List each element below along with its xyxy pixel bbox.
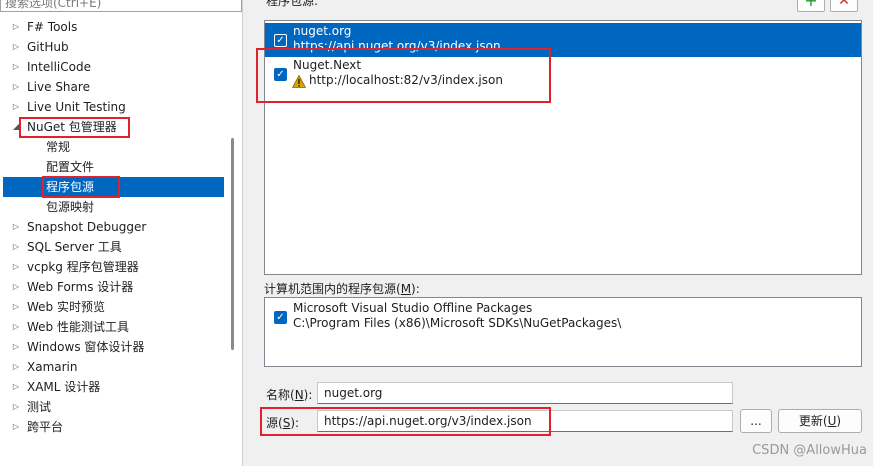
machine-sources-list: ✓ Microsoft Visual Studio Offline Packag… — [264, 297, 862, 367]
tree-item-label: XAML 设计器 — [27, 380, 101, 394]
source-item-nuget-org[interactable]: ✓ nuget.org https://api.nuget.org/v3/ind… — [265, 23, 861, 57]
tree-item-label: Web 实时预览 — [27, 300, 105, 314]
tree-item-label: SQL Server 工具 — [27, 240, 122, 254]
add-source-button[interactable]: + — [797, 0, 825, 12]
collapsed-arrow-icon[interactable]: ▷ — [11, 97, 21, 117]
source-enabled-checkbox[interactable]: ✓ — [274, 68, 287, 81]
package-sources-list: ✓ nuget.org https://api.nuget.org/v3/ind… — [264, 20, 862, 275]
tree-item-label: Web Forms 设计器 — [27, 280, 134, 294]
collapsed-arrow-icon[interactable]: ▷ — [11, 37, 21, 57]
tree-item[interactable]: ▷ Web 性能测试工具 — [3, 317, 224, 337]
tree-item-label: Live Unit Testing — [27, 100, 126, 114]
machine-source-path: C:\Program Files (x86)\Microsoft SDKs\Nu… — [293, 316, 622, 330]
tree-item[interactable]: ▷ Web Forms 设计器 — [3, 277, 224, 297]
tree-scrollbar[interactable] — [231, 138, 234, 350]
tree-item-label: Xamarin — [27, 360, 78, 374]
machine-source-name: Microsoft Visual Studio Offline Packages — [293, 301, 533, 315]
source-name-input[interactable]: nuget.org — [317, 382, 733, 404]
tree-item-label: GitHub — [27, 40, 69, 54]
tree-item[interactable]: ▷ 测试 — [3, 397, 224, 417]
tree-item[interactable]: ▷ XAML 设计器 — [3, 377, 224, 397]
collapsed-arrow-icon[interactable]: ▷ — [11, 237, 21, 257]
tree-item[interactable]: ▷ vcpkg 程序包管理器 — [3, 257, 224, 277]
collapsed-arrow-icon[interactable]: ▷ — [11, 77, 21, 97]
tree-item[interactable]: ▷ Live Share — [3, 77, 224, 97]
tree-item-label: Snapshot Debugger — [27, 220, 147, 234]
tree-item[interactable]: 程序包源 — [3, 177, 224, 197]
tree-item-label: 程序包源 — [46, 180, 95, 194]
source-item-nuget-next[interactable]: ✓ Nuget.Next http://localhost:82/v3/inde… — [265, 57, 861, 91]
source-url: http://localhost:82/v3/index.json — [309, 73, 503, 87]
tree-item-label: NuGet 包管理器 — [27, 120, 117, 134]
tree-item-label: Web 性能测试工具 — [27, 320, 129, 334]
collapsed-arrow-icon[interactable]: ▷ — [11, 417, 21, 437]
collapsed-arrow-icon[interactable]: ▷ — [11, 397, 21, 417]
remove-source-button[interactable]: ✕ — [830, 0, 858, 12]
tree-item[interactable]: ▷ Snapshot Debugger — [3, 217, 224, 237]
source-name: Nuget.Next — [293, 58, 362, 72]
machine-source-item[interactable]: ✓ Microsoft Visual Studio Offline Packag… — [265, 300, 861, 334]
browse-button[interactable]: ... — [740, 409, 772, 433]
watermark: CSDN @AllowHua — [752, 443, 867, 458]
package-sources-label: 程序包源: — [266, 0, 319, 8]
tree-item-label: 常规 — [46, 140, 71, 154]
machine-sources-label: 计算机范围内的程序包源(M): — [264, 282, 420, 296]
collapsed-arrow-icon[interactable]: ▷ — [11, 337, 21, 357]
tree-item[interactable]: ◢ NuGet 包管理器 — [3, 117, 224, 137]
tree-item-label: F# Tools — [27, 20, 78, 34]
tree-item[interactable]: ▷ Web 实时预览 — [3, 297, 224, 317]
collapsed-arrow-icon[interactable]: ▷ — [11, 317, 21, 337]
tree-item-label: 测试 — [27, 400, 52, 414]
tree-item[interactable]: ▷ SQL Server 工具 — [3, 237, 224, 257]
collapsed-arrow-icon[interactable]: ▷ — [11, 297, 21, 317]
tree-item[interactable]: ▷ Windows 窗体设计器 — [3, 337, 224, 357]
tree-item[interactable]: ▷ Live Unit Testing — [3, 97, 224, 117]
warning-icon — [292, 75, 306, 88]
collapsed-arrow-icon[interactable]: ▷ — [11, 257, 21, 277]
update-button[interactable]: 更新(U) — [778, 409, 862, 433]
source-name: nuget.org — [293, 24, 352, 38]
collapsed-arrow-icon[interactable]: ▷ — [11, 17, 21, 37]
collapsed-arrow-icon[interactable]: ▷ — [11, 217, 21, 237]
tree-item-label: 包源映射 — [46, 200, 95, 214]
source-enabled-checkbox[interactable]: ✓ — [274, 34, 287, 47]
source-url-input[interactable]: https://api.nuget.org/v3/index.json — [317, 410, 733, 432]
tree-item-label: vcpkg 程序包管理器 — [27, 260, 139, 274]
collapsed-arrow-icon[interactable]: ▷ — [11, 277, 21, 297]
tree-item[interactable]: ▷ Xamarin — [3, 357, 224, 377]
machine-source-checkbox[interactable]: ✓ — [274, 311, 287, 324]
tree-item-label: 配置文件 — [46, 160, 95, 174]
tree-item[interactable]: 常规 — [3, 137, 224, 157]
source-url: https://api.nuget.org/v3/index.json — [293, 39, 501, 53]
expanded-arrow-icon[interactable]: ◢ — [11, 117, 21, 137]
tree-item[interactable]: ▷ 跨平台 — [3, 417, 224, 437]
options-tree-panel: 搜索选项(Ctrl+E) ▷ F# Tools ▷ GitHub ▷ IntelliCod… — [0, 0, 243, 466]
tree-item[interactable]: 包源映射 — [3, 197, 224, 217]
source-label: 源(S): — [266, 416, 300, 430]
collapsed-arrow-icon[interactable]: ▷ — [11, 57, 21, 77]
tree-item-label: IntelliCode — [27, 60, 91, 74]
tree-item[interactable]: ▷ IntelliCode — [3, 57, 224, 77]
tree-item[interactable]: ▷ F# Tools — [3, 17, 224, 37]
name-label: 名称(N): — [266, 388, 313, 402]
tree-item-label: Windows 窗体设计器 — [27, 340, 145, 354]
tree-item-label: 跨平台 — [27, 420, 64, 434]
collapsed-arrow-icon[interactable]: ▷ — [11, 377, 21, 397]
options-search-input[interactable]: 搜索选项(Ctrl+E) — [0, 0, 242, 12]
tree-item[interactable]: ▷ GitHub — [3, 37, 224, 57]
tree-item[interactable]: 配置文件 — [3, 157, 224, 177]
tree-item-label: Live Share — [27, 80, 90, 94]
collapsed-arrow-icon[interactable]: ▷ — [11, 357, 21, 377]
